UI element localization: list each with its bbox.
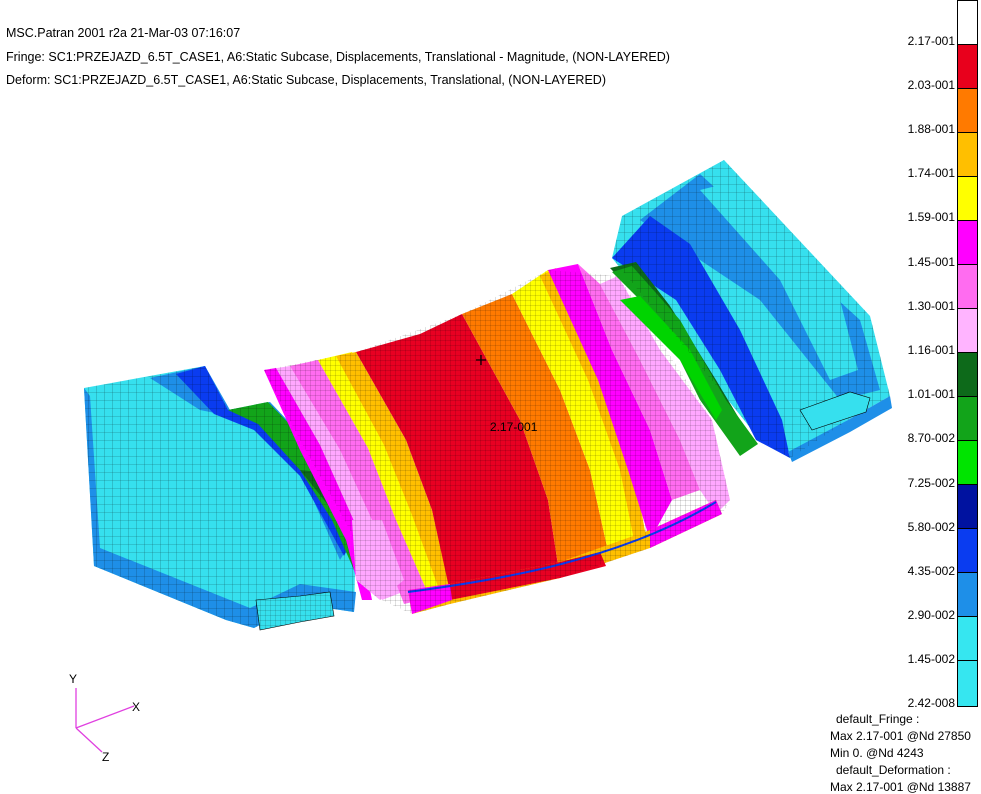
legend-cell-3 (957, 88, 978, 133)
legend-label-3: 1.88-001 (907, 122, 955, 136)
legend-cell-14 (957, 572, 978, 617)
legend-label-14: 2.90-002 (907, 608, 955, 622)
legend-cell-4 (957, 132, 978, 177)
legend-label-11: 7.25-002 (907, 476, 955, 490)
legend-label-8: 1.16-001 (907, 343, 955, 357)
legend-cell-13 (957, 528, 978, 573)
triad-x-label: X (132, 700, 141, 714)
legend-cell-1 (957, 0, 978, 45)
legend-label-2: 2.03-001 (907, 78, 955, 92)
legend-cell-15 (957, 616, 978, 661)
triad-z-label: Z (102, 750, 110, 764)
z-axis-line (75, 727, 103, 753)
legend-label-5: 1.59-001 (907, 210, 955, 224)
legend-label-9: 1.01-001 (907, 387, 955, 401)
legend-label-12: 5.80-002 (907, 520, 955, 534)
legend-cell-10 (957, 396, 978, 441)
legend-label-10: 8.70-002 (907, 431, 955, 445)
legend-cell-9 (957, 352, 978, 397)
legend-cell-5 (957, 176, 978, 221)
fringe-max: Max 2.17-001 @Nd 27850 (830, 729, 971, 743)
legend-label-4: 1.74-001 (907, 166, 955, 180)
triad-y-label: Y (69, 672, 78, 686)
x-axis-line (75, 705, 135, 729)
legend-label-7: 1.30-001 (907, 299, 955, 313)
legend-cell-2 (957, 44, 978, 89)
legend-cell-6 (957, 220, 978, 265)
coordinate-triad (75, 688, 135, 753)
legend-cell-12 (957, 484, 978, 529)
max-value-label: 2.17-001 (490, 420, 538, 434)
legend-label-16: 2.42-008 (907, 696, 955, 710)
fringe-min: Min 0. @Nd 4243 (830, 746, 924, 760)
legend-cell-16 (957, 660, 978, 707)
legend-cell-8 (957, 308, 978, 353)
fringe-name: default_Fringe : (836, 712, 920, 726)
legend-label-1: 2.17-001 (907, 34, 955, 48)
legend-label-6: 1.45-001 (907, 255, 955, 269)
legend-label-13: 4.35-002 (907, 564, 955, 578)
deform-max: Max 2.17-001 @Nd 13887 (830, 780, 971, 794)
deform-name: default_Deformation : (836, 763, 951, 777)
legend-cell-7 (957, 264, 978, 309)
legend-cell-11 (957, 440, 978, 485)
legend-label-15: 1.45-002 (907, 652, 955, 666)
